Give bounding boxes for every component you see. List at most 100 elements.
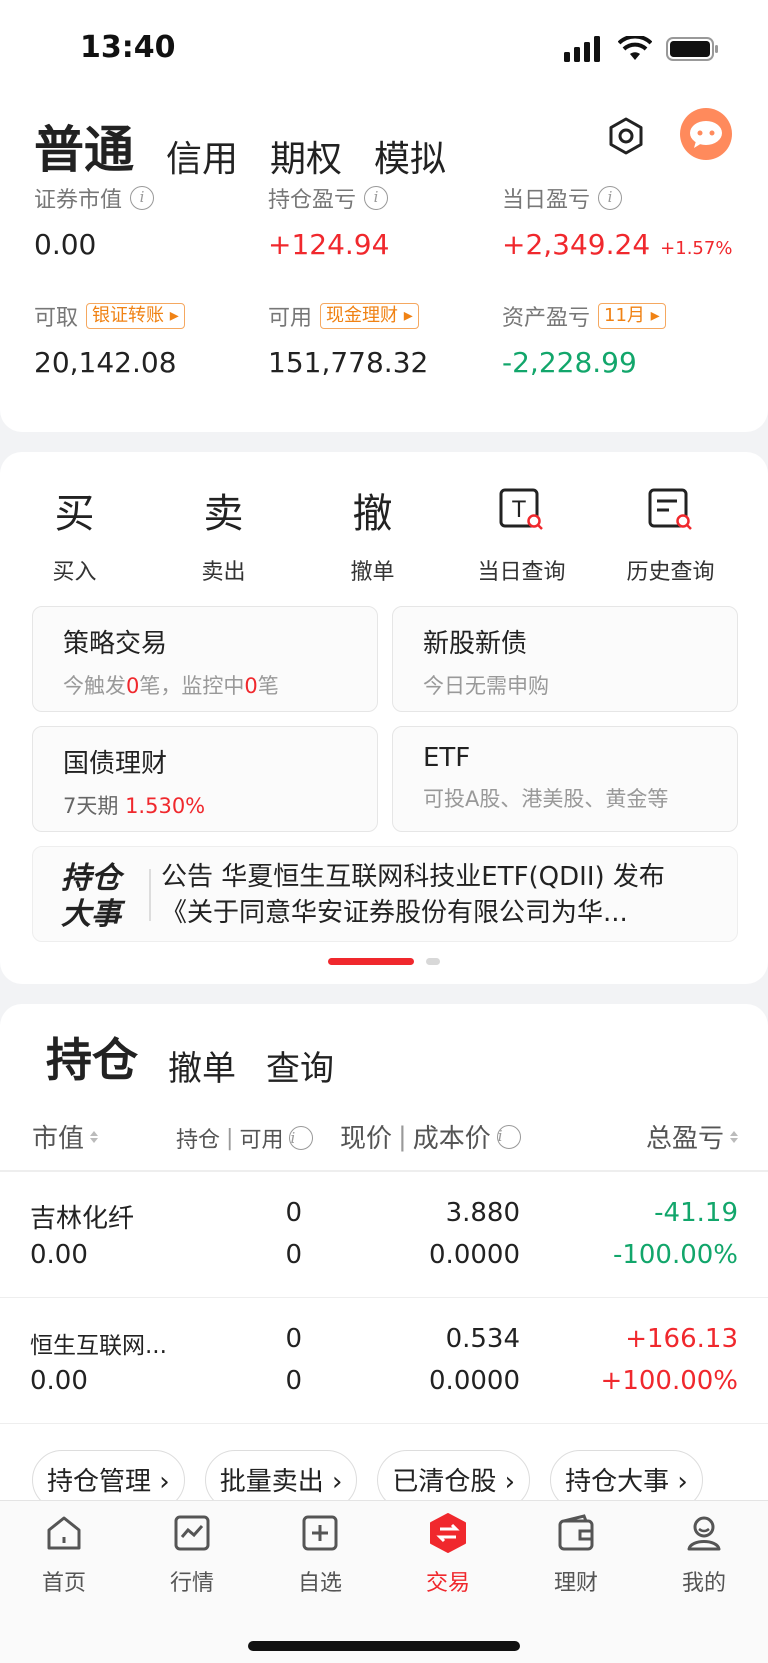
chart-icon [174, 1515, 210, 1551]
asset-pl-value: -2,228.99 [502, 346, 637, 379]
sell-icon: 卖 [203, 491, 244, 537]
signal-icon [564, 36, 600, 62]
stock-pl: -41.19 [654, 1198, 738, 1228]
buy-icon: 买 [54, 491, 95, 537]
nav-profile[interactable]: 我的 [640, 1511, 768, 1597]
market-value: 0.00 [34, 228, 97, 261]
available-value: 151,778.32 [268, 346, 429, 379]
bank-transfer-tag[interactable]: 银证转账 ▸ [86, 303, 185, 329]
avatar[interactable] [680, 108, 732, 160]
stock-cost: 0.0000 [429, 1240, 520, 1270]
divider [149, 869, 151, 921]
tab-normal[interactable]: 普通 [34, 110, 134, 182]
chevron-right-icon: › [331, 1467, 343, 1497]
available-label: 可用 [268, 306, 313, 331]
stock-price: 0.534 [445, 1324, 520, 1354]
history-query-label: 历史查询 [626, 560, 715, 585]
info-icon[interactable]: i [598, 186, 623, 210]
wallet-icon [558, 1514, 594, 1551]
month-tag[interactable]: 11月 ▸ [598, 303, 666, 329]
table-row[interactable]: 吉林化纤 0.00 0 0 3.880 0.0000 -41.19 -100.0… [0, 1174, 768, 1298]
chat-bubble-icon [690, 121, 722, 148]
nav-finance[interactable]: 理财 [512, 1511, 640, 1597]
profile-icon [687, 1516, 721, 1551]
sell-button[interactable]: 卖 卖出 [149, 480, 298, 586]
today-query-label: 当日查询 [477, 560, 566, 585]
tab-query[interactable]: 查询 [266, 1041, 334, 1090]
battery-icon [666, 37, 718, 61]
account-type-tabs: 普通 信用 期权 模拟 [34, 110, 446, 182]
available-stat: 可用 现金理财 ▸ 151,778.32 [268, 300, 428, 379]
tab-options[interactable]: 期权 [270, 130, 342, 182]
nav-trade-label: 交易 [425, 1571, 470, 1596]
info-icon[interactable]: i [496, 1124, 521, 1149]
etf-title: ETF [423, 743, 471, 773]
col-total-pl[interactable]: 总盈亏 [646, 1118, 738, 1155]
stock-position: 0 [285, 1324, 302, 1354]
stock-name: 吉林化纤 [30, 1204, 135, 1234]
sell-label: 卖出 [201, 560, 246, 585]
ipo-tile[interactable]: 新股新债 今日无需申购 [392, 606, 738, 712]
nav-market-label: 行情 [169, 1571, 214, 1596]
daily-pl-label: 当日盈亏 [502, 188, 591, 213]
stock-market-value: 0.00 [30, 1366, 88, 1396]
stock-price: 3.880 [445, 1198, 520, 1228]
treasury-sub: 7天期 1.530% [63, 794, 206, 818]
position-pl-stat: 持仓盈亏 i +124.94 [268, 182, 389, 261]
info-icon[interactable]: i [289, 1126, 314, 1150]
sort-icon [730, 1130, 738, 1143]
quick-actions: 买 买入 卖 卖出 撤 撤单 T 当日查询 历史查询 [0, 480, 768, 586]
asset-pl-label: 资产盈亏 [502, 306, 591, 331]
nav-watchlist[interactable]: 自选 [256, 1511, 384, 1597]
stock-name: 恒生互联网... [30, 1333, 167, 1359]
tab-cancel-orders[interactable]: 撤单 [168, 1041, 236, 1090]
stock-pl: +166.13 [625, 1324, 738, 1354]
nav-finance-label: 理财 [553, 1571, 598, 1596]
settings-icon[interactable] [606, 116, 646, 156]
tab-holdings[interactable]: 持仓 [46, 1024, 138, 1090]
sort-icon [90, 1130, 99, 1143]
position-pl-label: 持仓盈亏 [268, 188, 357, 213]
nav-market[interactable]: 行情 [128, 1511, 256, 1597]
add-square-icon [302, 1515, 338, 1551]
holdings-table-header: 市值 持仓 | 可用 i 现价 | 成本价 i 总盈亏 [0, 1112, 768, 1172]
chevron-right-icon: › [677, 1467, 688, 1497]
position-news-banner[interactable]: 持仓 大事 公告 华夏恒生互联网科技业ETF(QDII) 发布 《关于同意华安证券… [32, 846, 738, 942]
nav-watchlist-label: 自选 [297, 1571, 342, 1596]
position-news-text: 公告 华夏恒生互联网科技业ETF(QDII) 发布 《关于同意华安证券股份有限公… [161, 862, 665, 928]
ipo-sub: 今日无需申购 [423, 674, 549, 698]
col-market-value[interactable]: 市值 [32, 1118, 99, 1155]
etf-tile[interactable]: ETF 可投A股、港美股、黄金等 [392, 726, 738, 832]
indicator-active [328, 958, 414, 965]
history-query-button[interactable]: 历史查询 [596, 480, 745, 586]
tab-simulation[interactable]: 模拟 [374, 130, 446, 182]
col-price: 现价 | 成本价 i [340, 1118, 521, 1155]
status-bar: 13:40 [0, 0, 768, 100]
trade-icon [430, 1513, 466, 1553]
cancel-order-button[interactable]: 撤 撤单 [298, 480, 447, 586]
today-query-button[interactable]: T 当日查询 [447, 480, 596, 586]
info-icon[interactable]: i [130, 186, 155, 210]
table-row[interactable]: 恒生互联网... 0.00 0 0 0.534 0.0000 +166.13 +… [0, 1300, 768, 1424]
strategy-trade-tile[interactable]: 策略交易 今触发0笔，监控中0笔 [32, 606, 378, 712]
daily-pl-pct: +1.57% [660, 238, 733, 259]
nav-home[interactable]: 首页 [0, 1511, 128, 1597]
daily-pl-value: +2,349.24 +1.57% [502, 228, 733, 261]
stock-available: 0 [285, 1240, 302, 1270]
tab-credit[interactable]: 信用 [166, 130, 238, 182]
withdrawable-label: 可取 [34, 306, 79, 331]
withdrawable-stat: 可取 银证转账 ▸ 20,142.08 [34, 300, 185, 379]
history-query-icon [596, 480, 745, 540]
nav-trade[interactable]: 交易 [384, 1511, 512, 1597]
cash-finance-tag[interactable]: 现金理财 ▸ [320, 303, 419, 329]
ipo-title: 新股新债 [423, 629, 528, 659]
position-pl-value: +124.94 [268, 228, 390, 261]
treasury-tile[interactable]: 国债理财 7天期 1.530% [32, 726, 378, 832]
strategy-trade-sub: 今触发0笔，监控中0笔 [63, 674, 279, 698]
buy-button[interactable]: 买 买入 [0, 480, 149, 586]
bottom-nav: 首页 行情 自选 交易 理财 我的 [0, 1500, 768, 1663]
etf-sub: 可投A股、港美股、黄金等 [423, 787, 669, 811]
info-icon[interactable]: i [364, 186, 389, 210]
buy-label: 买入 [52, 560, 97, 585]
stock-pl-pct: -100.00% [612, 1240, 738, 1270]
